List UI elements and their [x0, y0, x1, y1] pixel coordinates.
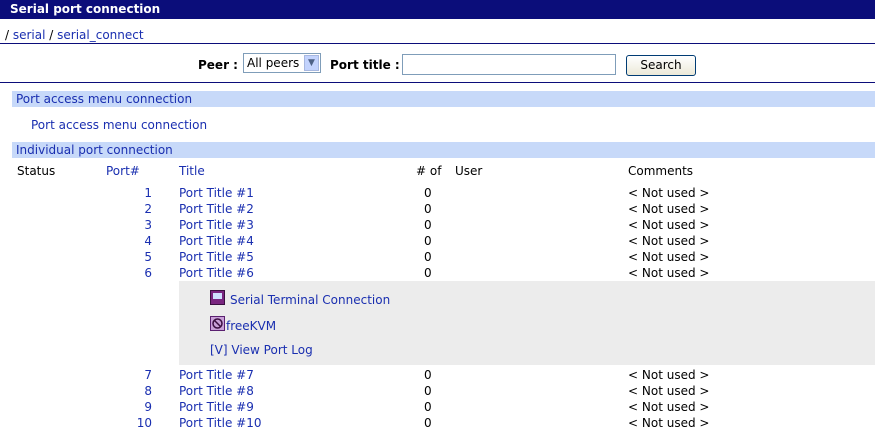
- table-row: 2 Port Title #2 0 < Not used >: [0, 201, 875, 217]
- port-comment: < Not used >: [628, 368, 710, 382]
- port-access-menu-link[interactable]: Port access menu connection: [31, 118, 207, 132]
- connection-count: 0: [424, 266, 432, 280]
- port-comment: < Not used >: [628, 202, 710, 216]
- port-number[interactable]: 4: [0, 233, 152, 249]
- port-number[interactable]: 2: [0, 201, 152, 217]
- breadcrumb-separator: /: [45, 28, 58, 42]
- table-row: 4 Port Title #4 0 < Not used >: [0, 233, 875, 249]
- peer-select-value: All peers: [247, 56, 300, 70]
- connection-count: 0: [424, 368, 432, 382]
- port-title-label: Port title :: [330, 58, 400, 72]
- table-row: 7 Port Title #7 0 < Not used >: [0, 367, 875, 383]
- port-comment: < Not used >: [628, 186, 710, 200]
- terminal-icon[interactable]: [210, 290, 225, 305]
- port-comment: < Not used >: [628, 234, 710, 248]
- port-number[interactable]: 6: [0, 265, 152, 281]
- section-header-individual: Individual port connection: [12, 142, 875, 158]
- port-title-link[interactable]: Port Title #2: [179, 201, 254, 217]
- port-comment: < Not used >: [628, 266, 710, 280]
- column-header-user: User: [455, 164, 483, 178]
- breadcrumb-separator: /: [5, 28, 13, 42]
- search-button[interactable]: Search: [626, 55, 696, 76]
- connection-count: 0: [424, 218, 432, 232]
- port-number[interactable]: 9: [0, 399, 152, 415]
- port-comment: < Not used >: [628, 250, 710, 264]
- window-title: Serial port connection: [0, 0, 875, 19]
- breadcrumb: / serial / serial_connect: [5, 28, 144, 42]
- connection-count: 0: [424, 202, 432, 216]
- column-header-comments: Comments: [628, 164, 694, 178]
- port-actions-panel: Serial Terminal Connection freeKVM [V] V…: [179, 281, 875, 365]
- search-divider: [0, 82, 875, 83]
- connection-count: 0: [424, 384, 432, 398]
- table-row: 3 Port Title #3 0 < Not used >: [0, 217, 875, 233]
- port-title-input[interactable]: [402, 54, 616, 75]
- column-header-status: Status: [17, 164, 56, 178]
- freekvm-link[interactable]: freeKVM: [226, 318, 276, 334]
- peer-label: Peer :: [198, 58, 238, 72]
- search-bar: Peer : All peers ▼ Port title : Search: [0, 53, 875, 77]
- connection-count: 0: [424, 250, 432, 264]
- view-port-log-link[interactable]: [V] View Port Log: [210, 342, 313, 358]
- breadcrumb-serial-connect-link[interactable]: serial_connect: [57, 28, 143, 42]
- section-header-menu: Port access menu connection: [12, 91, 875, 107]
- port-number[interactable]: 1: [0, 185, 152, 201]
- port-comment: < Not used >: [628, 218, 710, 232]
- column-header-title[interactable]: Title: [179, 164, 205, 178]
- chevron-down-icon[interactable]: ▼: [304, 55, 319, 71]
- table-row: 6 Port Title #6 0 < Not used >: [0, 265, 875, 281]
- port-title-link[interactable]: Port Title #7: [179, 367, 254, 383]
- port-title-link[interactable]: Port Title #1: [179, 185, 254, 201]
- connection-count: 0: [424, 186, 432, 200]
- header-divider: [0, 43, 875, 44]
- port-title-link[interactable]: Port Title #4: [179, 233, 254, 249]
- port-number[interactable]: 5: [0, 249, 152, 265]
- column-header-port[interactable]: Port#: [106, 164, 140, 178]
- port-title-link[interactable]: Port Title #8: [179, 383, 254, 399]
- port-title-link[interactable]: Port Title #6: [179, 265, 254, 281]
- table-row: 1 Port Title #1 0 < Not used >: [0, 185, 875, 201]
- connection-count: 0: [424, 400, 432, 414]
- table-row: 9 Port Title #9 0 < Not used >: [0, 399, 875, 415]
- port-comment: < Not used >: [628, 384, 710, 398]
- port-title-link[interactable]: Port Title #9: [179, 399, 254, 415]
- port-comment: < Not used >: [628, 400, 710, 414]
- column-header-count: # of: [416, 164, 442, 178]
- connection-count: 0: [424, 234, 432, 248]
- breadcrumb-serial-link[interactable]: serial: [13, 28, 46, 42]
- table-row: 5 Port Title #5 0 < Not used >: [0, 249, 875, 265]
- port-number[interactable]: 7: [0, 367, 152, 383]
- port-number[interactable]: 8: [0, 383, 152, 399]
- port-title-link[interactable]: Port Title #3: [179, 217, 254, 233]
- port-title-link[interactable]: Port Title #5: [179, 249, 254, 265]
- serial-terminal-link[interactable]: Serial Terminal Connection: [230, 292, 390, 308]
- peer-select[interactable]: All peers ▼: [243, 53, 321, 73]
- port-number[interactable]: 3: [0, 217, 152, 233]
- table-row: 8 Port Title #8 0 < Not used >: [0, 383, 875, 399]
- kvm-icon[interactable]: [210, 316, 225, 331]
